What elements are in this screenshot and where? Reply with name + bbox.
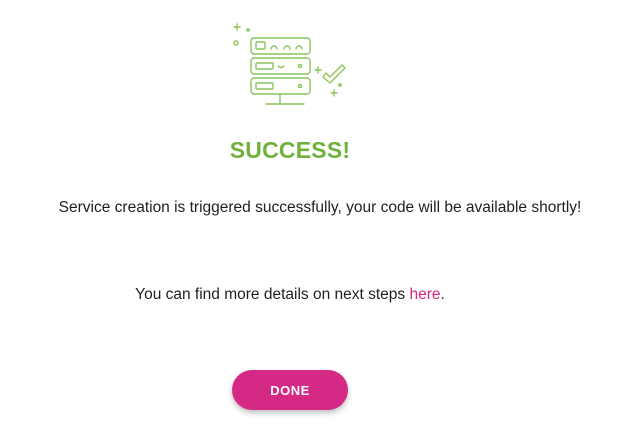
done-button[interactable]: DONE [232, 370, 348, 410]
server-success-icon [228, 22, 352, 112]
success-message: Service creation is triggered successful… [58, 199, 582, 216]
next-steps-suffix: . [440, 286, 445, 303]
next-steps-link[interactable]: here [409, 286, 440, 303]
next-steps-text: You can find more details on next steps … [0, 286, 580, 304]
success-title: SUCCESS! [229, 137, 351, 163]
next-steps-prefix: You can find more details on next steps [135, 286, 410, 303]
success-dialog: SUCCESS! Service creation is triggered s… [0, 0, 640, 437]
